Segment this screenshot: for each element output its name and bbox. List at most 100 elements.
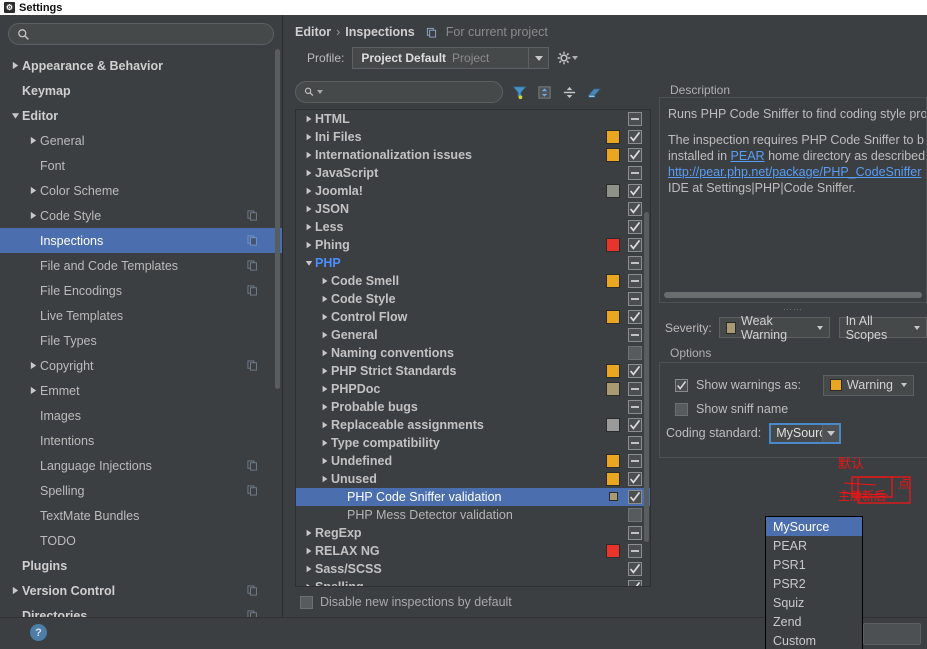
inspection-enabled-checkbox[interactable]: [628, 310, 642, 324]
inspection-enabled-checkbox[interactable]: [628, 490, 642, 504]
chevron-right-icon[interactable]: [318, 331, 331, 339]
breadcrumb-parent[interactable]: Editor: [295, 25, 331, 39]
chevron-right-icon[interactable]: [318, 313, 331, 321]
scope-combobox[interactable]: In All Scopes: [838, 314, 927, 342]
inspection-row[interactable]: Undefined: [296, 452, 650, 470]
inspection-row[interactable]: PHPDoc: [296, 380, 650, 398]
chevron-right-icon[interactable]: [302, 169, 315, 177]
pear-link[interactable]: PEAR: [731, 149, 765, 163]
chevron-right-icon[interactable]: [302, 529, 315, 537]
inspection-enabled-checkbox[interactable]: [628, 112, 642, 126]
chevron-right-icon[interactable]: [8, 586, 22, 595]
chevron-right-icon[interactable]: [318, 295, 331, 303]
sidebar-item-editor[interactable]: Editor: [0, 103, 282, 128]
chevron-right-icon[interactable]: [318, 385, 331, 393]
inspection-row[interactable]: PHP: [296, 254, 650, 272]
inspection-enabled-checkbox[interactable]: [628, 436, 642, 450]
inspection-row[interactable]: PHP Strict Standards: [296, 362, 650, 380]
filter-icon[interactable]: [510, 83, 528, 101]
chevron-right-icon[interactable]: [318, 277, 331, 285]
inspection-row[interactable]: Probable bugs: [296, 398, 650, 416]
sidebar-item-file-types[interactable]: File Types: [0, 328, 282, 353]
sidebar-item-plugins[interactable]: Plugins: [0, 553, 282, 578]
disable-new-inspections-row[interactable]: Disable new inspections by default: [295, 587, 651, 617]
collapse-all-icon[interactable]: [560, 83, 578, 101]
sidebar-item-inspections[interactable]: Inspections: [0, 228, 282, 253]
chevron-right-icon[interactable]: [318, 439, 331, 447]
profile-gear-button[interactable]: [557, 51, 579, 65]
chevron-right-icon[interactable]: [302, 547, 315, 555]
chevron-right-icon[interactable]: [302, 151, 315, 159]
disable-new-inspections-checkbox[interactable]: [299, 595, 313, 609]
inspection-enabled-checkbox[interactable]: [628, 454, 642, 468]
sidebar-search-box[interactable]: [8, 23, 274, 45]
inspection-enabled-checkbox[interactable]: [628, 238, 642, 252]
chevron-down-icon[interactable]: [8, 111, 22, 120]
coding-standard-dropdown-list[interactable]: MySource PEAR PSR1 PSR2 Squiz Zend Custom: [765, 516, 863, 649]
profile-combobox[interactable]: Project Default Project: [352, 47, 550, 69]
chevron-right-icon[interactable]: [318, 367, 331, 375]
chevron-right-icon[interactable]: [302, 133, 315, 141]
show-warnings-checkbox[interactable]: [674, 378, 688, 392]
chevron-down-icon[interactable]: [528, 48, 548, 68]
chevron-right-icon[interactable]: [302, 115, 315, 123]
sidebar-item-emmet[interactable]: Emmet: [0, 378, 282, 403]
chevron-right-icon[interactable]: [302, 223, 315, 231]
inspection-row[interactable]: Joomla!: [296, 182, 650, 200]
inspection-row[interactable]: General: [296, 326, 650, 344]
inspection-row[interactable]: Code Style: [296, 290, 650, 308]
inspection-row[interactable]: PHP Mess Detector validation: [296, 506, 650, 524]
inspection-enabled-checkbox[interactable]: [628, 166, 642, 180]
chevron-right-icon[interactable]: [302, 583, 315, 586]
inspection-row[interactable]: Sass/SCSS: [296, 560, 650, 578]
inspection-enabled-checkbox[interactable]: [628, 328, 642, 342]
inspection-row[interactable]: HTML: [296, 110, 650, 128]
reset-icon[interactable]: [585, 83, 603, 101]
sidebar-search-input[interactable]: [34, 27, 265, 41]
inspection-enabled-checkbox[interactable]: [628, 472, 642, 486]
sidebar-item-intentions[interactable]: Intentions: [0, 428, 282, 453]
coding-standard-option[interactable]: PEAR: [766, 536, 862, 555]
inspection-enabled-checkbox[interactable]: [628, 400, 642, 414]
sidebar-item-code-style[interactable]: Code Style: [0, 203, 282, 228]
chevron-right-icon[interactable]: [26, 361, 40, 370]
coding-standard-option[interactable]: PSR1: [766, 555, 862, 574]
chevron-right-icon[interactable]: [318, 457, 331, 465]
sidebar-scrollbar-thumb[interactable]: [275, 49, 280, 389]
chevron-right-icon[interactable]: [26, 386, 40, 395]
inspection-row[interactable]: Spelling: [296, 578, 650, 586]
inspection-row[interactable]: RegExp: [296, 524, 650, 542]
inspection-row[interactable]: JavaScript: [296, 164, 650, 182]
inspection-enabled-checkbox[interactable]: [628, 292, 642, 306]
sidebar-item-version-control[interactable]: Version Control: [0, 578, 282, 603]
chevron-right-icon[interactable]: [302, 241, 315, 249]
inspection-row[interactable]: Naming conventions: [296, 344, 650, 362]
inspections-scrollbar-thumb[interactable]: [644, 212, 649, 542]
sidebar-item-font[interactable]: Font: [0, 153, 282, 178]
chevron-right-icon[interactable]: [318, 475, 331, 483]
chevron-right-icon[interactable]: [8, 61, 22, 70]
coding-standard-option[interactable]: Custom: [766, 631, 862, 649]
inspection-row[interactable]: Phing: [296, 236, 650, 254]
chevron-right-icon[interactable]: [302, 205, 315, 213]
chevron-right-icon[interactable]: [26, 211, 40, 220]
sidebar-item-color-scheme[interactable]: Color Scheme: [0, 178, 282, 203]
sidebar-item-file-encodings[interactable]: File Encodings: [0, 278, 282, 303]
inspection-row[interactable]: Unused: [296, 470, 650, 488]
chevron-right-icon[interactable]: [318, 349, 331, 357]
inspection-enabled-checkbox[interactable]: [628, 562, 642, 576]
inspection-row[interactable]: Internationalization issues: [296, 146, 650, 164]
sidebar-item-directories[interactable]: Directories: [0, 603, 282, 617]
coding-standard-option[interactable]: PSR2: [766, 574, 862, 593]
chevron-right-icon[interactable]: [318, 403, 331, 411]
coding-standard-option[interactable]: Zend: [766, 612, 862, 631]
severity-combobox[interactable]: Weak Warning: [718, 314, 830, 342]
chevron-right-icon[interactable]: [26, 186, 40, 195]
sidebar-item-textmate-bundles[interactable]: TextMate Bundles: [0, 503, 282, 528]
chevron-down-icon[interactable]: [822, 424, 840, 442]
inspection-enabled-checkbox[interactable]: [628, 346, 642, 360]
inspection-row[interactable]: RELAX NG: [296, 542, 650, 560]
coding-standard-combobox[interactable]: MySource: [769, 422, 842, 444]
description-h-scrollbar[interactable]: [664, 292, 922, 298]
inspection-enabled-checkbox[interactable]: [628, 274, 642, 288]
